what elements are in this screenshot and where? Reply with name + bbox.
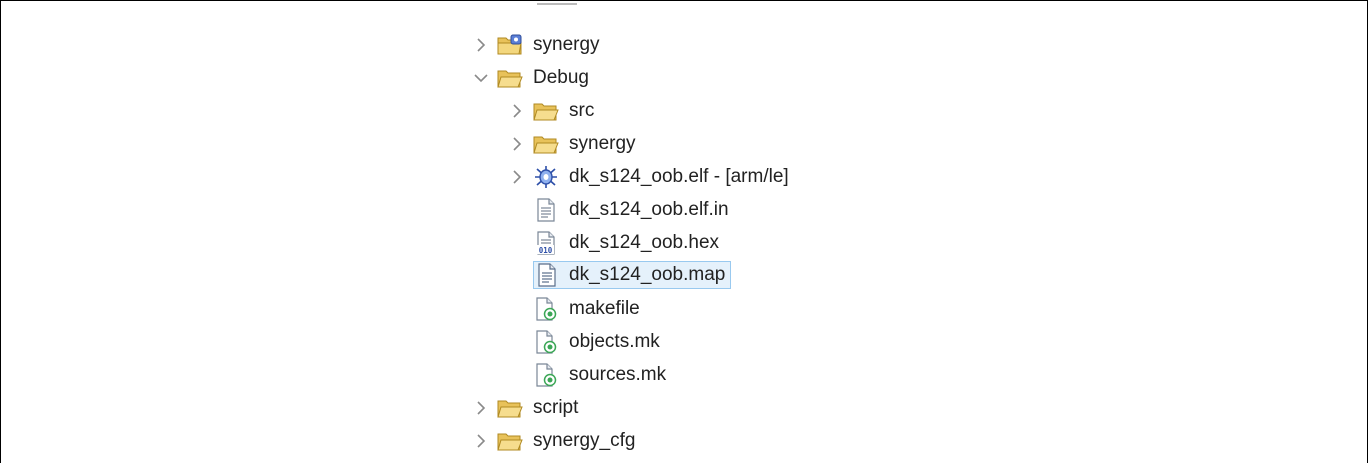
folder-open-icon	[497, 65, 523, 91]
tree-item-label: synergy	[533, 34, 600, 55]
tree-item-sources-mk[interactable]: sources.mk	[507, 360, 672, 390]
chevron-right-icon[interactable]	[507, 134, 527, 154]
folder-open-icon	[497, 428, 523, 454]
text-file-icon	[533, 197, 559, 223]
tree-item-label: dk_s124_oob.hex	[569, 232, 720, 253]
tree-item-elf-in[interactable]: dk_s124_oob.elf.in	[507, 195, 735, 225]
clipped-row-fragment	[537, 3, 577, 5]
tree-item-label: makefile	[569, 298, 640, 319]
tree-item-label: dk_s124_oob.elf.in	[569, 199, 729, 220]
chevron-right-icon[interactable]	[471, 35, 491, 55]
binary-file-icon: 010	[533, 230, 559, 256]
folder-open-icon	[497, 395, 523, 421]
tree-item-synergy-cfg[interactable]: synergy_cfg	[471, 426, 641, 456]
project-explorer-panel: synergy Debug src synergy dk_s124_oob.el…	[0, 0, 1368, 463]
tree-item-objects-mk[interactable]: objects.mk	[507, 327, 666, 357]
chevron-right-icon[interactable]	[471, 398, 491, 418]
tree-item-synergy-top[interactable]: synergy	[471, 30, 606, 60]
tree-item-label: dk_s124_oob.elf - [arm/le]	[569, 166, 789, 187]
text-file-icon	[534, 262, 560, 288]
make-file-icon	[533, 362, 559, 388]
tree-item-synergy-debug[interactable]: synergy	[507, 129, 642, 159]
binary-bug-icon	[533, 164, 559, 190]
tree-item-label: Debug	[533, 67, 589, 88]
tree-item-label: synergy_cfg	[533, 430, 636, 451]
chevron-right-icon[interactable]	[507, 167, 527, 187]
folder-open-icon	[533, 131, 559, 157]
tree-item-src[interactable]: src	[507, 96, 600, 126]
chevron-right-icon[interactable]	[471, 431, 491, 451]
tree-item-map-selected[interactable]: dk_s124_oob.map	[507, 260, 732, 290]
tree-item-script[interactable]: script	[471, 393, 584, 423]
tree-item-debug[interactable]: Debug	[471, 63, 595, 93]
tree-item-label: sources.mk	[569, 364, 667, 385]
make-file-icon	[533, 296, 559, 322]
selection-highlight: dk_s124_oob.map	[533, 261, 732, 289]
tree-item-label: src	[569, 100, 595, 121]
tree-row-clipped	[509, 1, 577, 15]
tree-item-label: synergy	[569, 133, 636, 154]
chevron-down-icon[interactable]	[471, 68, 491, 88]
project-tree: synergy Debug src synergy dk_s124_oob.el…	[1, 1, 1367, 463]
folder-open-icon	[533, 98, 559, 124]
chevron-right-icon[interactable]	[507, 101, 527, 121]
tree-item-label: script	[533, 397, 579, 418]
tree-item-elf-binary[interactable]: dk_s124_oob.elf - [arm/le]	[507, 162, 795, 192]
tree-item-label: dk_s124_oob.map	[569, 264, 726, 285]
make-file-icon	[533, 329, 559, 355]
tree-item-hex[interactable]: 010 dk_s124_oob.hex	[507, 228, 725, 258]
tree-item-makefile[interactable]: makefile	[507, 294, 646, 324]
svg-text:010: 010	[539, 246, 553, 255]
tree-item-label: objects.mk	[569, 331, 660, 352]
folder-link-icon	[497, 32, 523, 58]
